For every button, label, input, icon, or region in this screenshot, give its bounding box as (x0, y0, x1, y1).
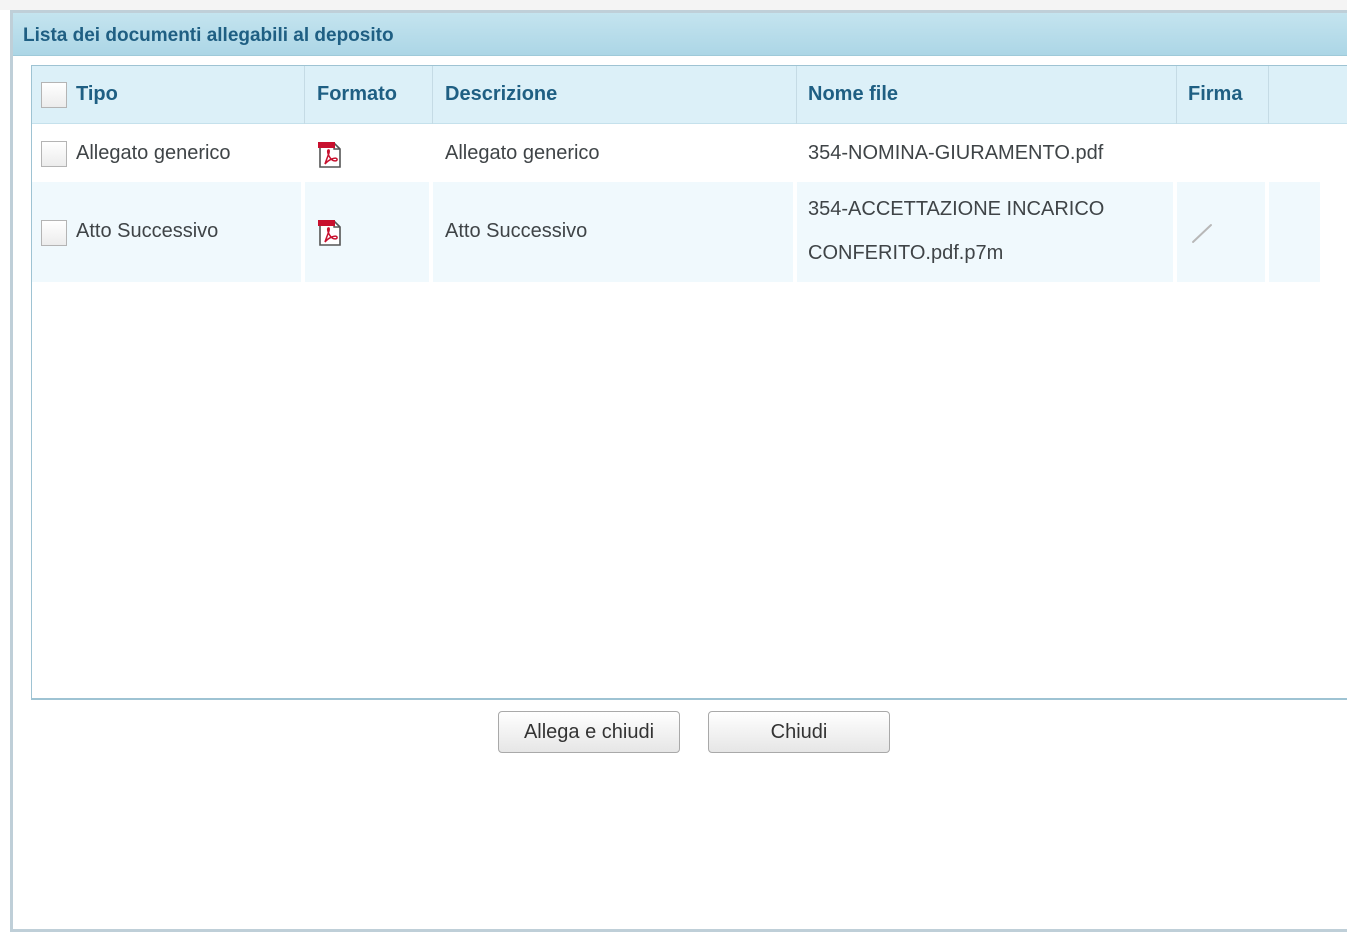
table-row[interactable]: Atto Successivo Atto Successivo 354-ACCE… (32, 182, 1324, 282)
attach-documents-dialog: Lista dei documenti allegabili al deposi… (10, 10, 1347, 932)
pdf-icon[interactable] (317, 218, 343, 248)
column-header-firma[interactable]: Firma (1177, 66, 1269, 124)
cell-tipo: Atto Successivo (32, 182, 305, 282)
table-row[interactable]: Allegato generico Allegato generico 354-… (32, 124, 1324, 182)
cell-formato (305, 182, 433, 282)
tipo-text: Atto Successivo (76, 220, 219, 242)
pdf-icon[interactable] (317, 140, 343, 170)
column-header-tipo[interactable]: Tipo (32, 66, 305, 124)
row-select-checkbox[interactable] (41, 220, 67, 246)
dialog-title: Lista dei documenti allegabili al deposi… (23, 25, 394, 46)
cell-nome-file: 354-NOMINA-GIURAMENTO.pdf (797, 124, 1177, 182)
cell-tipo: Allegato generico (32, 124, 305, 182)
cell-formato (305, 124, 433, 182)
cell-firma (1177, 124, 1269, 182)
nome-file-line-1: 354-ACCETTAZIONE INCARICO (808, 198, 1105, 220)
cell-descrizione: Atto Successivo (433, 182, 797, 282)
dialog-header: Lista dei documenti allegabili al deposi… (13, 13, 1347, 56)
table-header: Tipo Formato Descrizione Nome file Firma (32, 66, 1347, 124)
column-header-nome-file[interactable]: Nome file (797, 66, 1177, 124)
close-button[interactable]: Chiudi (708, 711, 890, 753)
tipo-text: Allegato generico (76, 142, 231, 164)
cell-extra (1269, 182, 1324, 282)
cell-firma (1177, 182, 1269, 282)
column-header-descrizione[interactable]: Descrizione (433, 66, 797, 124)
descrizione-text: Atto Successivo (445, 220, 588, 242)
background-page-strip (0, 0, 1347, 10)
select-all-checkbox[interactable] (41, 82, 67, 108)
column-header-extra (1269, 66, 1347, 124)
row-select-checkbox[interactable] (41, 141, 67, 167)
documents-table: Tipo Formato Descrizione Nome file Firma… (31, 65, 1347, 700)
cell-descrizione: Allegato generico (433, 124, 797, 182)
column-header-formato[interactable]: Formato (305, 66, 433, 124)
cell-nome-file: 354-ACCETTAZIONE INCARICO CONFERITO.pdf.… (797, 182, 1177, 282)
signature-pen-icon[interactable] (1189, 220, 1215, 246)
nome-file-line-2: CONFERITO.pdf.p7m (808, 242, 1004, 264)
descrizione-text: Allegato generico (445, 142, 600, 164)
attach-and-close-button[interactable]: Allega e chiudi (498, 711, 680, 753)
nome-file-text: 354-NOMINA-GIURAMENTO.pdf (808, 142, 1104, 164)
cell-extra (1269, 124, 1324, 182)
